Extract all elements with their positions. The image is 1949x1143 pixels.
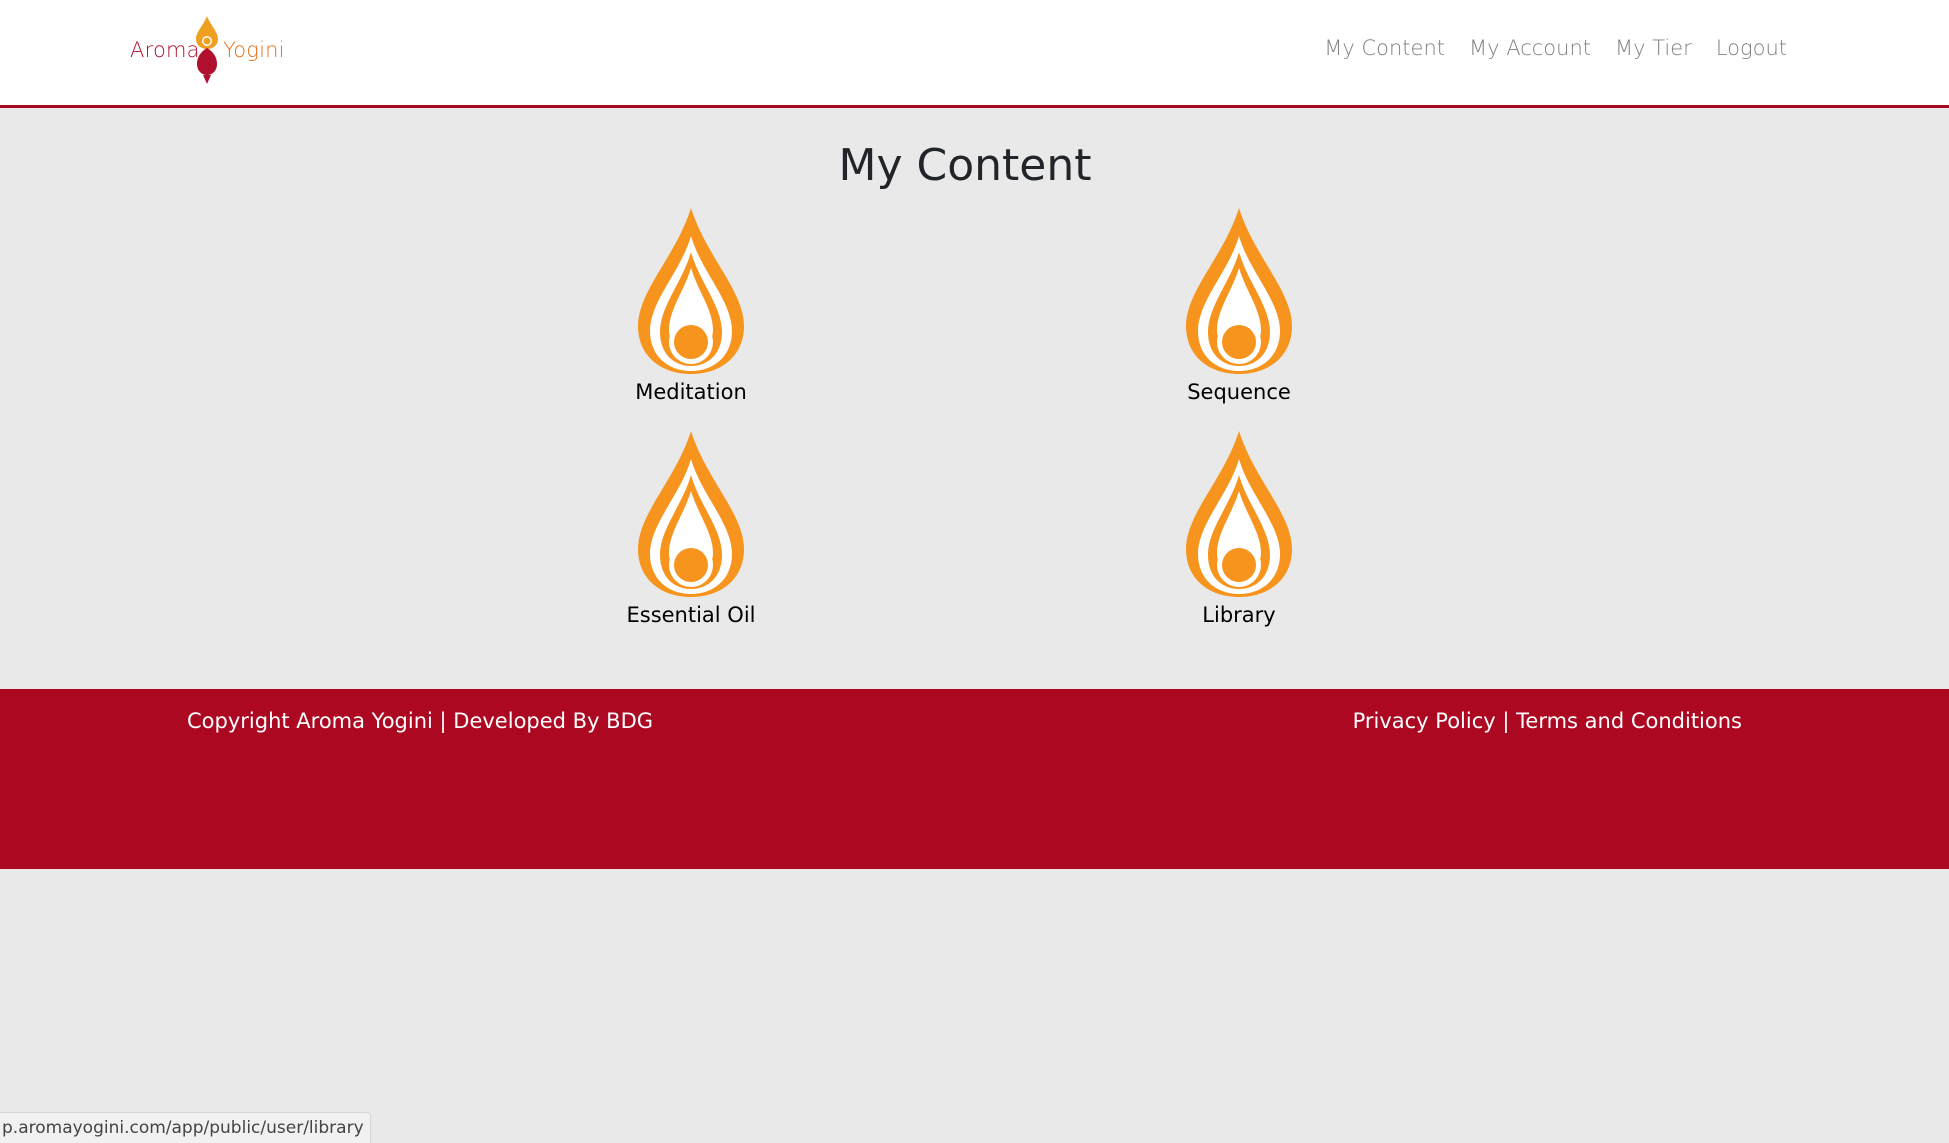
footer-copyright: Copyright Aroma Yogini | Developed By BD…: [187, 709, 654, 733]
logo-drop-icon: [196, 16, 218, 84]
privacy-policy-link[interactable]: Privacy Policy: [1353, 709, 1496, 733]
drop-yogini-icon: [1184, 206, 1294, 376]
logo-word-aroma: Aroma: [130, 38, 200, 62]
tile-label: Meditation: [635, 380, 747, 404]
nav-logout[interactable]: Logout: [1716, 36, 1787, 60]
drop-yogini-icon: [1184, 429, 1294, 599]
tile-library[interactable]: Library: [1139, 429, 1339, 627]
nav-my-account[interactable]: My Account: [1469, 36, 1591, 60]
site-header: Aroma Yogini My Content My Account My Ti…: [0, 0, 1949, 108]
tile-essential-oil[interactable]: Essential Oil: [591, 429, 791, 627]
drop-yogini-icon: [636, 429, 746, 599]
tile-sequence[interactable]: Sequence: [1139, 206, 1339, 404]
nav-my-tier[interactable]: My Tier: [1615, 36, 1692, 60]
terms-link[interactable]: Terms and Conditions: [1516, 709, 1742, 733]
tile-label: Sequence: [1187, 380, 1291, 404]
main-nav: My Content My Account My Tier Logout: [1324, 36, 1787, 60]
tile-label: Essential Oil: [626, 603, 756, 627]
site-footer: Copyright Aroma Yogini | Developed By BD…: [0, 689, 1949, 869]
footer-links: Privacy Policy | Terms and Conditions: [1353, 709, 1742, 733]
footer-separator: |: [1495, 709, 1517, 733]
aroma-yogini-logo[interactable]: Aroma Yogini: [130, 14, 285, 86]
nav-my-content[interactable]: My Content: [1324, 36, 1445, 60]
logo-word-yogini: Yogini: [223, 38, 285, 62]
tile-label: Library: [1202, 603, 1276, 627]
page-title: My Content: [838, 140, 1092, 191]
drop-yogini-icon: [636, 206, 746, 376]
tile-meditation[interactable]: Meditation: [591, 206, 791, 404]
browser-status-url: p.aromayogini.com/app/public/user/librar…: [0, 1112, 371, 1143]
